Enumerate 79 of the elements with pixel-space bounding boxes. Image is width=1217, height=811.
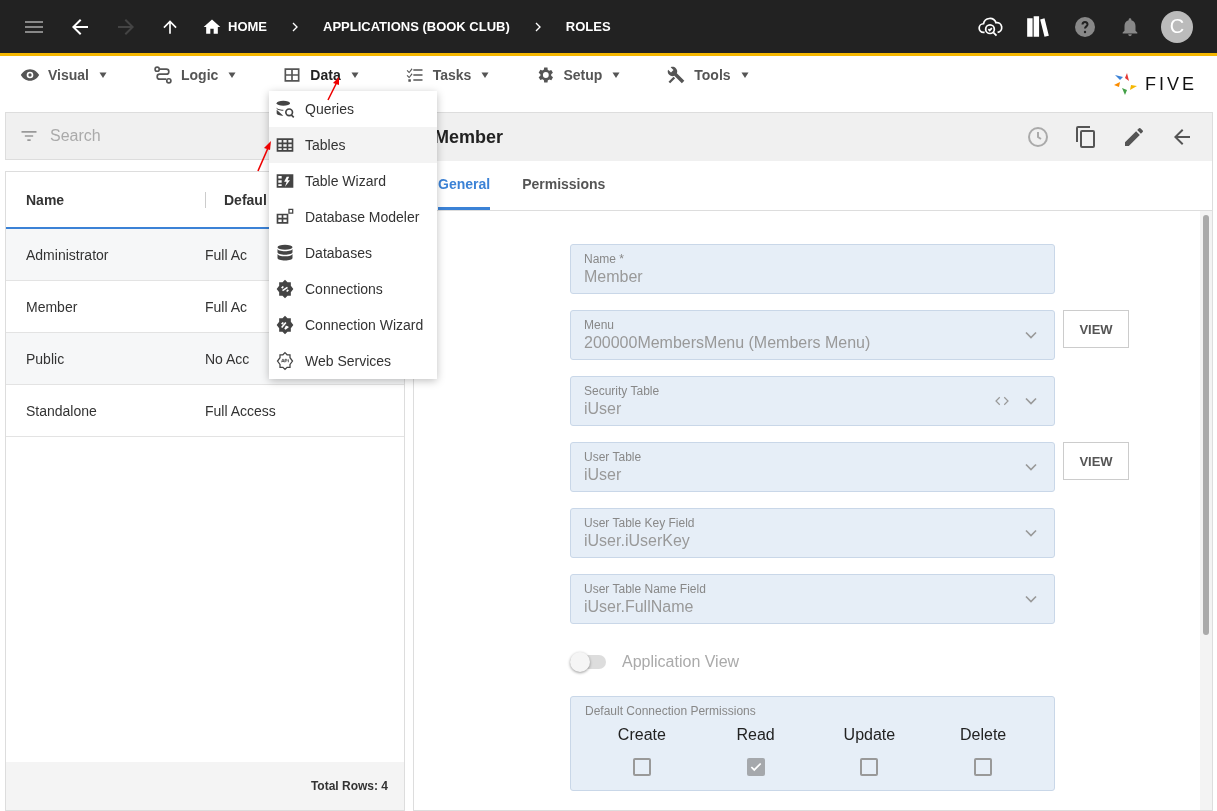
menu-item[interactable]: Web Services [269,343,437,379]
table-cell-text: Administrator [25,246,110,263]
field-value: iUser [584,466,623,484]
menubar-item[interactable]: Logic [153,56,239,85]
field-value: iUser.iUserKey [584,532,691,550]
menu-item[interactable]: Table Wizard [269,163,437,199]
checkbox-label: Delete [960,726,1007,744]
menubar-item[interactable]: Setup [535,56,623,85]
menu-item[interactable]: Connection Wizard [269,307,437,343]
flow-icon [153,65,173,85]
table-cell-text: Standalone [25,402,98,419]
link-gear-bolt-icon [275,315,295,335]
edit-button[interactable] [1122,125,1146,149]
column-header[interactable]: Defaul [224,191,267,208]
scrollbar-thumb[interactable] [1203,215,1209,635]
check-icon [748,760,763,774]
table-cell: Full Ac [205,298,247,315]
menubar-item[interactable]: Tools [666,56,751,85]
books-icon [1025,13,1051,40]
table-cell: No Acc [205,350,250,367]
breadcrumb-link[interactable]: APPLICATIONS (BOOK CLUB) [323,19,510,34]
menu-item[interactable]: Connections [269,271,437,307]
table-icon [282,65,303,85]
field-label: User Table [584,450,643,464]
panel-title: Default Connection Permissions [585,704,757,718]
toggle-label: Application View [622,653,740,671]
field-label: User Table Key Field [584,516,696,530]
checkbox-label: Create [617,726,666,744]
menu-item[interactable]: Tables [269,127,437,163]
checkbox[interactable] [632,758,651,776]
table-cell: Full Access [205,402,276,419]
tab[interactable]: Permissions [522,161,606,210]
field-value: 200000MembersMenu (Members Menu) [584,334,872,352]
menubar-item[interactable]: Data [282,56,361,85]
field-label: Name * [584,252,625,266]
help-icon [1073,14,1097,39]
breadcrumb-link[interactable]: ROLES [565,19,611,34]
copy-button[interactable] [1074,125,1098,149]
field-label: Security Table [584,384,661,398]
total-rows-label: Total Rows: 4 [310,779,388,793]
table-cell-text: Member [25,298,79,315]
database-search-icon [275,99,295,119]
api-gear-icon [275,351,295,371]
clock-icon [1026,125,1050,149]
database-icon [275,243,295,263]
column-header[interactable]: Name [6,191,205,208]
table-diagram-icon [275,207,295,227]
pencil-icon [1122,125,1146,149]
checkbox[interactable] [974,758,993,776]
table-bolt-icon [275,171,295,191]
field-value: Member [584,268,644,286]
link-gear-icon [275,279,295,299]
logo-text: FIVE [1145,73,1197,95]
table-cell-text: Public [25,350,66,367]
help-button[interactable] [1073,14,1097,39]
copy-icon [1074,125,1098,149]
checkbox[interactable] [860,758,879,776]
menu-item[interactable]: Queries [269,91,437,127]
breadcrumb-link[interactable]: HOME [202,16,267,37]
tools-icon [666,65,687,85]
checkbox[interactable] [746,758,765,776]
menubar-item[interactable]: Visual [20,56,109,85]
checkbox-label: Read [736,726,775,744]
table-grid-icon [275,135,295,155]
menubar-item[interactable]: Tasks [404,56,492,85]
menu-item[interactable]: Databases [269,235,437,271]
logo-star-icon [1113,72,1139,96]
view-button[interactable]: VIEW [1063,310,1129,348]
toggle-switch[interactable] [570,652,606,672]
table-cell: Full Ac [205,246,247,263]
view-button[interactable]: VIEW [1063,442,1129,480]
library-button[interactable] [1025,13,1051,40]
field-value: iUser.FullName [584,598,695,616]
field-label: Menu [584,318,616,332]
field-value: iUser [584,400,623,418]
field-label: User Table Name Field [584,582,707,596]
annotation-arrow [256,140,274,172]
checkbox-label: Update [843,726,896,744]
menu-item[interactable]: Database Modeler [269,199,437,235]
